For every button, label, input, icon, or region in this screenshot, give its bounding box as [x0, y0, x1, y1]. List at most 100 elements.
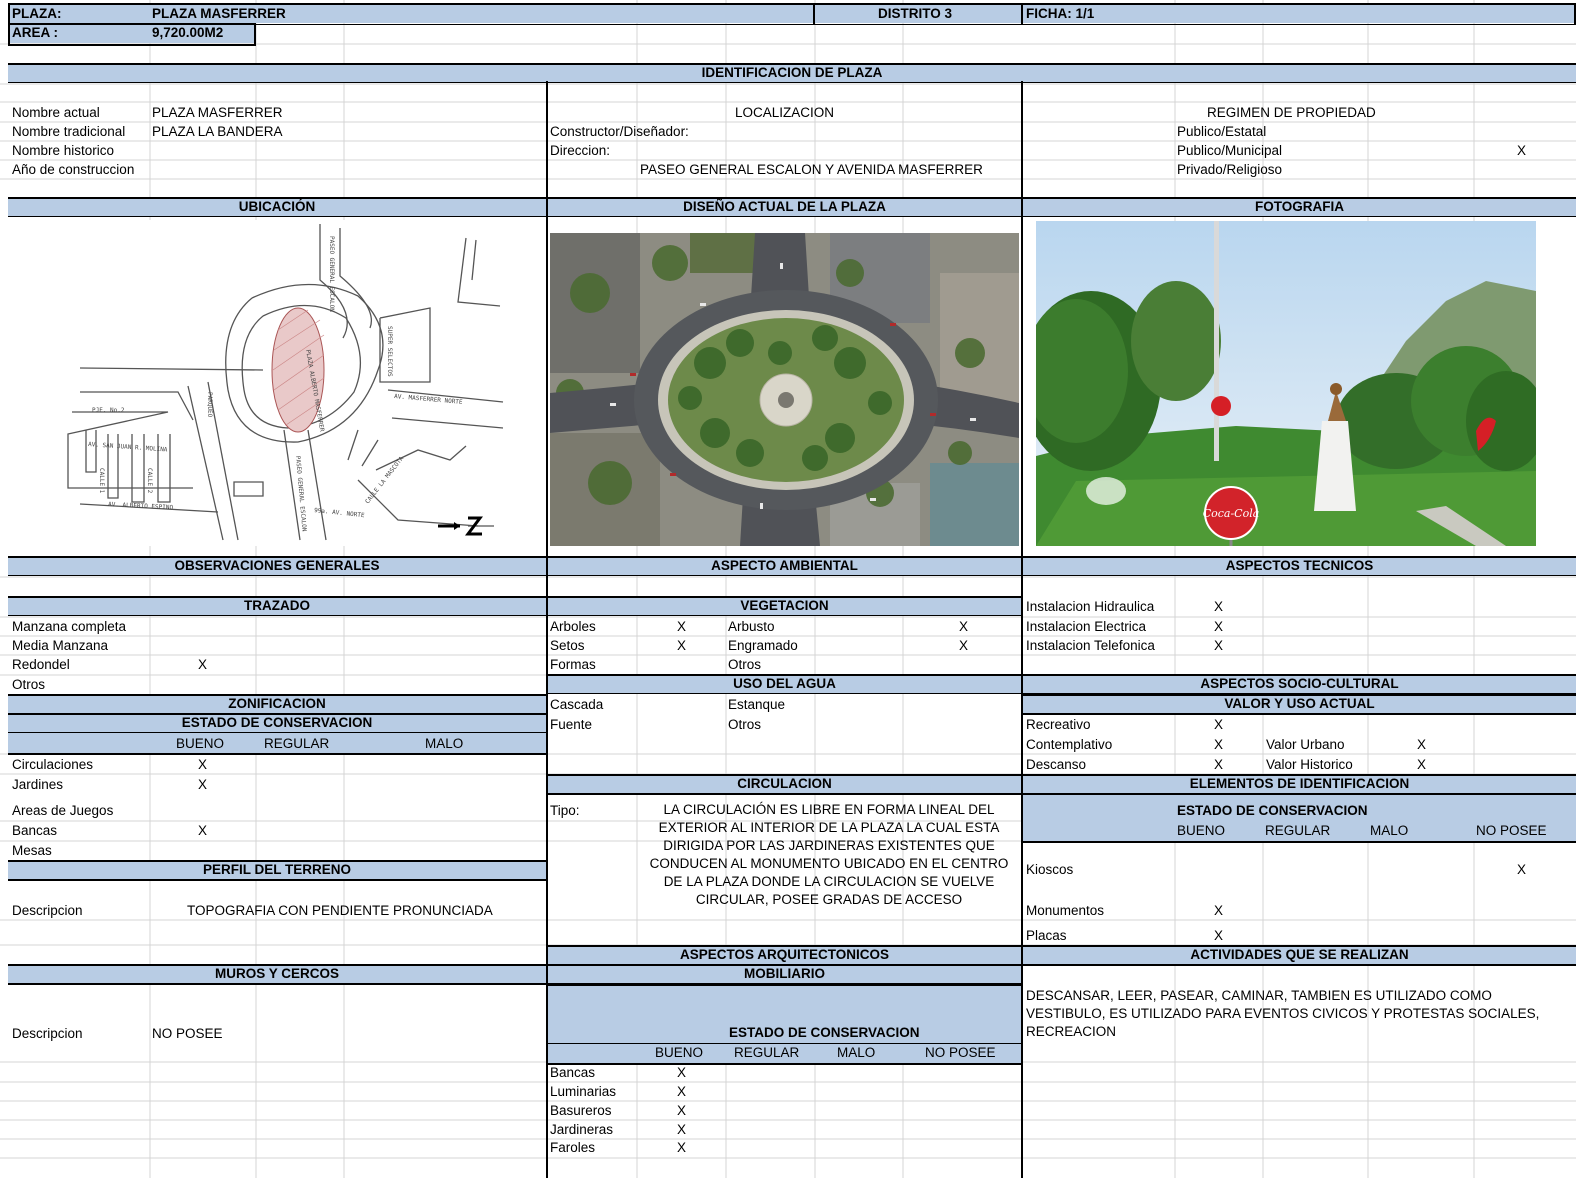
- trazado-item-otros: Otros: [12, 677, 46, 692]
- mobiliario-item-bancas: Bancas: [550, 1065, 596, 1080]
- divider-2-upper: [1021, 81, 1023, 197]
- socio-recreativo-mark: X: [1214, 717, 1224, 732]
- anio-construccion-label: Año de construccion: [12, 162, 135, 177]
- elementos-col-no-posee: NO POSEE: [1476, 823, 1547, 838]
- location-map: PASEO GENERAL ESCALON SUPER SELECTOS PLA…: [58, 220, 508, 546]
- nombre-tradicional-label: Nombre tradicional: [12, 124, 126, 139]
- elementos-item-kioscos: Kioscos: [1026, 862, 1074, 877]
- circulacion-bottom-line: [548, 793, 1021, 795]
- elementos-placas-mark: X: [1214, 928, 1224, 943]
- tecnicos-header: ASPECTOS TECNICOS: [1023, 556, 1576, 576]
- perfil-label: Descripcion: [12, 903, 83, 918]
- map-label-parqueo: PARQUEO: [206, 392, 213, 418]
- vegetacion-arbusto-mark: X: [959, 619, 969, 634]
- actividades-header: ACTIVIDADES QUE SE REALIZAN: [1023, 945, 1576, 966]
- regimen-item-estatal: Publico/Estatal: [1177, 124, 1267, 139]
- socio-valor-historico-mark: X: [1417, 757, 1427, 772]
- zonificacion-bancas-mark: X: [198, 823, 208, 838]
- socio-valor-urbano: Valor Urbano: [1266, 737, 1345, 752]
- map-label-calle2: CALLE 2: [146, 468, 153, 494]
- tecnicos-item-hidraulica: Instalacion Hidraulica: [1026, 599, 1155, 614]
- trazado-redondel-mark: X: [198, 657, 208, 672]
- map-label-pje: PJE. No.2: [92, 407, 125, 414]
- sign-text: Coca-Cola: [1203, 507, 1260, 520]
- zonificacion-item-mesas: Mesas: [12, 843, 52, 858]
- zonificacion-col-malo: MALO: [425, 736, 464, 751]
- tecnicos-item-telefonica: Instalacion Telefonica: [1026, 638, 1155, 653]
- mobiliario-col-no-posee: NO POSEE: [925, 1045, 996, 1060]
- vegetacion-formas: Formas: [550, 657, 596, 672]
- nombre-actual-value: PLAZA MASFERRER: [152, 105, 283, 120]
- agua-estanque: Estanque: [728, 697, 786, 712]
- elementos-monumentos-mark: X: [1214, 903, 1224, 918]
- vegetacion-engramado-mark: X: [959, 638, 969, 653]
- flag-pole: [1214, 221, 1219, 461]
- map-label-calle1: CALLE 1: [98, 468, 105, 494]
- tecnicos-item-electrica: Instalacion Electrica: [1026, 619, 1147, 634]
- divider-1-upper: [546, 81, 548, 197]
- mobiliario-col-regular: REGULAR: [734, 1045, 800, 1060]
- zonificacion-col-bueno: BUENO: [176, 736, 225, 751]
- socio-item-descanso: Descanso: [1026, 757, 1087, 772]
- localizacion-title: LOCALIZACION: [735, 105, 835, 120]
- diseno-header: DISEÑO ACTUAL DE LA PLAZA: [548, 197, 1021, 217]
- perfil-value: TOPOGRAFIA CON PENDIENTE PRONUNCIADA: [187, 903, 493, 918]
- mobiliario-estado-title: ESTADO DE CONSERVACION: [729, 1025, 920, 1040]
- ambiental-header: ASPECTO AMBIENTAL: [548, 556, 1021, 576]
- mobiliario-item-basureros: Basureros: [550, 1103, 612, 1118]
- zonificacion-col-regular: REGULAR: [264, 736, 330, 751]
- nombre-tradicional-value: PLAZA LA BANDERA: [152, 124, 283, 139]
- elementos-col-bueno: BUENO: [1177, 823, 1226, 838]
- mobiliario-basureros-mark: X: [677, 1103, 687, 1118]
- circulacion-text: LA CIRCULACIÓN ES LIBRE EN FORMA LINEAL …: [649, 802, 1009, 907]
- zonificacion-header: ZONIFICACION: [8, 694, 546, 714]
- zonificacion-item-areas-juegos: Areas de Juegos: [12, 803, 114, 818]
- socio-header: ASPECTOS SOCIO-CULTURAL: [1023, 674, 1576, 694]
- vegetacion-header: VEGETACION: [548, 596, 1021, 616]
- elementos-kioscos-mark: X: [1517, 862, 1527, 877]
- divider-1-lower: [546, 556, 548, 1178]
- top-row-border: [8, 3, 1576, 25]
- ficha-left-border: [1021, 3, 1023, 24]
- trazado-item-media-manzana: Media Manzana: [12, 638, 109, 653]
- direccion-label: Direccion:: [550, 143, 611, 158]
- mobiliario-col-malo: MALO: [837, 1045, 876, 1060]
- tecnicos-hidraulica-mark: X: [1214, 599, 1224, 614]
- mobiliario-jardineras-mark: X: [677, 1122, 687, 1137]
- agua-otros: Otros: [728, 717, 762, 732]
- plaza-photograph: Coca-Cola: [1036, 221, 1536, 546]
- elementos-item-placas: Placas: [1026, 928, 1067, 943]
- map-label-paseo-bottom: PASEO GENERAL ESCALON: [294, 456, 308, 533]
- area-box-border: [8, 23, 256, 46]
- map-label-norte: 99a. AV. NORTE: [314, 507, 365, 519]
- identificacion-header: IDENTIFICACION DE PLAZA: [8, 63, 1576, 83]
- nombre-historico-label: Nombre historico: [12, 143, 115, 158]
- mobiliario-header: MOBILIARIO: [548, 964, 1021, 984]
- fotografia-header: FOTOGRAFIA: [1023, 197, 1576, 217]
- elementos-col-regular: REGULAR: [1265, 823, 1331, 838]
- elementos-estado-title: ESTADO DE CONSERVACION: [1177, 803, 1368, 818]
- distrito-left-border: [813, 3, 815, 24]
- socio-item-contemplativo: Contemplativo: [1026, 737, 1113, 752]
- map-label-super: SUPER SELECTOS: [386, 326, 393, 377]
- regimen-title: REGIMEN DE PROPIEDAD: [1207, 105, 1376, 120]
- map-label-paseo-top: PASEO GENERAL ESCALON: [328, 236, 335, 312]
- tecnicos-telefonica-mark: X: [1214, 638, 1224, 653]
- socio-item-recreativo: Recreativo: [1026, 717, 1091, 732]
- elementos-header: ELEMENTOS DE IDENTIFICACION: [1023, 774, 1576, 794]
- regimen-item-religioso: Privado/Religioso: [1177, 162, 1283, 177]
- trazado-header: TRAZADO: [8, 596, 546, 616]
- tecnicos-electrica-mark: X: [1214, 619, 1224, 634]
- vegetacion-arbusto: Arbusto: [728, 619, 775, 634]
- muros-header: MUROS Y CERCOS: [8, 964, 546, 985]
- north-arrow-icon: [438, 516, 483, 536]
- vegetacion-setos-mark: X: [677, 638, 687, 653]
- mobiliario-item-faroles: Faroles: [550, 1140, 596, 1155]
- trazado-item-manzana-completa: Manzana completa: [12, 619, 127, 634]
- zonificacion-item-circulaciones: Circulaciones: [12, 757, 94, 772]
- mobiliario-bancas-mark: X: [677, 1065, 687, 1080]
- elementos-item-monumentos: Monumentos: [1026, 903, 1105, 918]
- divider-2-images: [1021, 197, 1023, 557]
- aerial-view-image: [550, 233, 1019, 546]
- circulacion-header: CIRCULACION: [548, 774, 1021, 794]
